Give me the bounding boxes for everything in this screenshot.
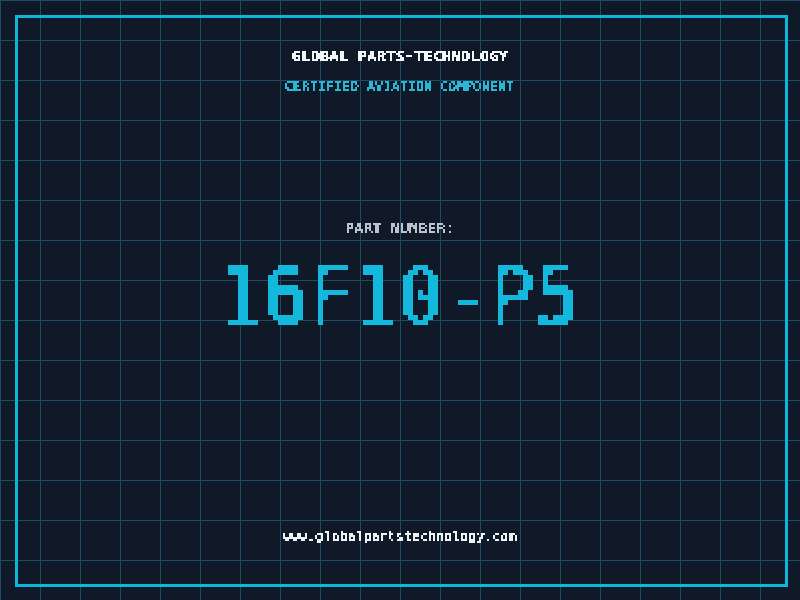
company-name <box>0 43 800 69</box>
website-url <box>0 525 800 549</box>
certification-tagline <box>0 75 800 99</box>
part-number-label <box>0 215 800 241</box>
part-number-value <box>0 240 800 355</box>
blueprint-grid-background <box>0 0 800 600</box>
